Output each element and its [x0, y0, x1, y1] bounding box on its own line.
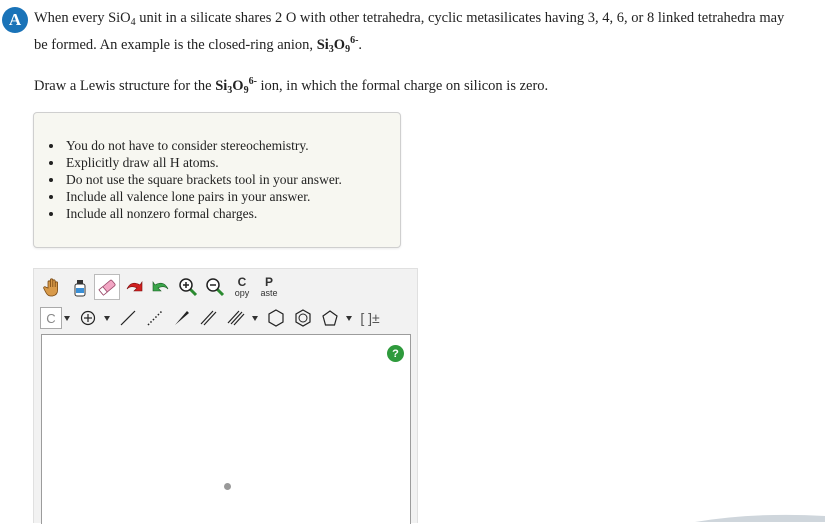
paste-letter: P — [264, 275, 273, 289]
help-button[interactable]: ? — [387, 345, 404, 362]
question-text: ion, in which the formal charge on silic… — [256, 78, 549, 94]
plus-charge-icon — [80, 310, 96, 326]
question-text: . — [358, 37, 363, 53]
ion-charge: 6- — [248, 76, 257, 87]
hint-list: You do not have to consider stereochemis… — [49, 137, 342, 222]
single-bond-icon — [120, 310, 136, 326]
undo-tool[interactable] — [121, 274, 147, 300]
hand-icon — [43, 278, 58, 297]
question-line-3: Draw a Lewis structure for the Si3O96- i… — [34, 76, 548, 96]
question-text: Draw a Lewis structure for the — [34, 78, 216, 94]
ion-si: Si — [215, 78, 228, 94]
hexagon-icon — [268, 309, 284, 327]
clean-icon — [74, 280, 86, 297]
atom-dropdown-icon[interactable] — [64, 315, 70, 321]
question-line-1: When every SiO4 unit in a silicate share… — [34, 10, 784, 28]
triple-bond-tool[interactable] — [223, 305, 249, 331]
ion-o: O — [333, 37, 346, 53]
question-badge: A — [2, 7, 28, 33]
eraser-icon — [98, 279, 116, 296]
toolbar-top: C opy P aste — [40, 273, 283, 301]
atom-selector[interactable]: C — [40, 307, 62, 329]
question-text: When every SiO — [34, 10, 131, 26]
corner-decoration — [695, 514, 825, 522]
benzene-icon — [295, 309, 311, 327]
hand-tool[interactable] — [40, 274, 66, 300]
multiple-bond-tool[interactable] — [196, 305, 222, 331]
zoom-in-icon — [179, 278, 198, 297]
hint-item: Include all valence lone pairs in your a… — [49, 188, 342, 205]
copy-label: opy — [234, 288, 250, 298]
triple-bond-icon — [227, 310, 245, 326]
hint-item: Do not use the square brackets tool in y… — [49, 172, 342, 187]
benzene-tool[interactable] — [290, 305, 316, 331]
zoom-in-tool[interactable] — [175, 274, 201, 300]
zoom-out-tool[interactable] — [202, 274, 228, 300]
redo-icon — [152, 281, 169, 292]
toolbar-bottom: C []± — [40, 304, 384, 332]
ion-o: O — [232, 78, 244, 94]
drawing-canvas[interactable]: ? — [41, 334, 411, 524]
canvas-dot — [224, 483, 231, 490]
copy-letter: C — [237, 275, 247, 289]
zoom-out-icon — [206, 278, 225, 297]
wedge-bond-icon — [175, 311, 189, 325]
copy-tool[interactable]: C opy — [229, 273, 255, 301]
molecule-editor: C opy P aste C []± ? — [33, 268, 418, 524]
ion-formula: Si3O96- — [316, 35, 359, 55]
ion-formula: Si3O96- — [215, 76, 257, 96]
single-bond-tool[interactable] — [115, 305, 141, 331]
dashed-bond-tool[interactable] — [142, 305, 168, 331]
double-bond-icon — [200, 310, 217, 326]
brackets-icon: [ ]± — [360, 310, 380, 326]
wedge-bond-tool[interactable] — [169, 305, 195, 331]
charge-dropdown-icon[interactable] — [104, 315, 110, 321]
pentagon-icon — [322, 310, 338, 326]
undo-icon — [126, 281, 143, 292]
question-line-2: be formed. An example is the closed-ring… — [34, 35, 362, 55]
hint-item: Explicitly draw all H atoms. — [49, 154, 342, 171]
eraser-tool[interactable] — [94, 274, 120, 300]
dashed-bond-icon — [147, 310, 163, 326]
bottle-tool[interactable] — [67, 274, 93, 300]
ring-dropdown-icon[interactable] — [346, 315, 352, 321]
question-text: be formed. An example is the closed-ring… — [34, 37, 317, 53]
redo-tool[interactable] — [148, 274, 174, 300]
hint-box: You do not have to consider stereochemis… — [33, 112, 401, 248]
question-text: unit in a silicate shares 2 O with other… — [135, 10, 785, 26]
ion-si: Si — [316, 37, 329, 53]
paste-tool[interactable]: P aste — [256, 273, 282, 301]
pentagon-tool[interactable] — [317, 305, 343, 331]
bond-dropdown-icon[interactable] — [252, 315, 258, 321]
charge-tool[interactable] — [75, 305, 101, 331]
brackets-tool[interactable]: [ ]± — [357, 305, 383, 331]
hint-item: You do not have to consider stereochemis… — [49, 137, 342, 154]
paste-label: aste — [260, 288, 278, 298]
ring-tool[interactable] — [263, 305, 289, 331]
hint-item: Include all nonzero formal charges. — [49, 205, 342, 222]
